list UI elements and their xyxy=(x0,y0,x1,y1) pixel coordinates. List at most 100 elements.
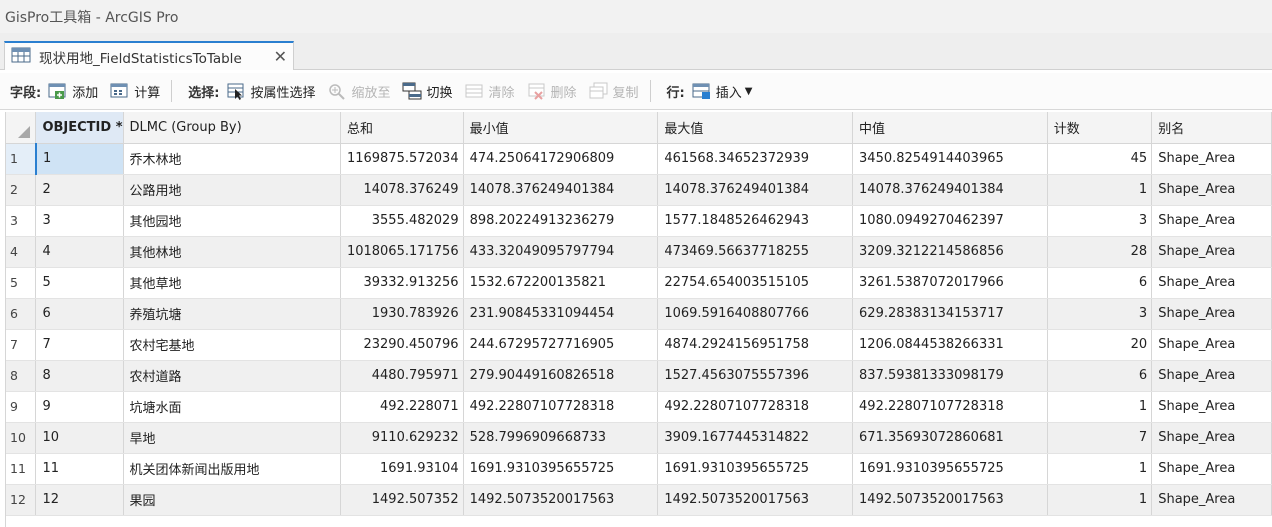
cell-min[interactable]: 474.25064172906809 xyxy=(463,143,659,175)
cell-max[interactable]: 473469.56637718255 xyxy=(657,236,854,268)
cell-count[interactable]: 3 xyxy=(1047,298,1153,330)
row-number[interactable]: 10 xyxy=(6,422,37,454)
table-row[interactable]: 3 3 其他园地 3555.482029 898.20224913236279 1577.… xyxy=(6,205,1272,237)
cell-objectid[interactable]: 11 xyxy=(35,453,124,485)
cell-dlmc[interactable]: 坑塘水面 xyxy=(123,391,341,423)
cell-count[interactable]: 6 xyxy=(1047,267,1153,299)
cell-median[interactable]: 837.59381333098179 xyxy=(852,360,1048,392)
row-number[interactable]: 5 xyxy=(6,267,37,299)
cell-max[interactable]: 3909.1677445314822 xyxy=(657,422,854,454)
cell-sum[interactable]: 1691.93104 xyxy=(340,453,464,485)
cell-max[interactable]: 1492.5073520017563 xyxy=(657,484,854,516)
cell-sum[interactable]: 14078.376249 xyxy=(340,174,464,206)
close-icon[interactable]: ✕ xyxy=(274,47,287,66)
cell-max[interactable]: 22754.654003515105 xyxy=(657,267,854,299)
copy-rows-button[interactable]: 复制 xyxy=(586,78,642,104)
cell-count[interactable]: 7 xyxy=(1047,422,1153,454)
column-header-count[interactable]: 计数 xyxy=(1047,112,1153,144)
cell-alias[interactable]: Shape_Area xyxy=(1151,298,1272,330)
select-by-attributes-button[interactable]: 按属性选择 xyxy=(223,78,318,104)
cell-median[interactable]: 1206.0844538266331 xyxy=(852,329,1048,361)
cell-max[interactable]: 461568.34652372939 xyxy=(657,143,854,175)
cell-dlmc[interactable]: 其他林地 xyxy=(123,236,341,268)
cell-min[interactable]: 433.32049095797794 xyxy=(463,236,659,268)
zoom-to-button[interactable]: 缩放至 xyxy=(324,78,393,104)
cell-objectid[interactable]: 12 xyxy=(35,484,124,516)
cell-min[interactable]: 1532.672200135821 xyxy=(463,267,659,299)
column-header-min[interactable]: 最小值 xyxy=(463,112,659,144)
cell-dlmc[interactable]: 乔木林地 xyxy=(123,143,341,175)
row-number[interactable]: 7 xyxy=(6,329,37,361)
row-number[interactable]: 3 xyxy=(6,205,37,237)
cell-min[interactable]: 528.7996909668733 xyxy=(463,422,659,454)
row-number[interactable]: 9 xyxy=(6,391,37,423)
cell-min[interactable]: 231.90845331094454 xyxy=(463,298,659,330)
table-row[interactable]: 8 8 农村道路 4480.795971 279.90449160826518 1527.… xyxy=(6,360,1272,392)
cell-alias[interactable]: Shape_Area xyxy=(1151,205,1272,237)
cell-sum[interactable]: 4480.795971 xyxy=(340,360,464,392)
clear-selection-button[interactable]: 清除 xyxy=(461,78,517,104)
cell-count[interactable]: 45 xyxy=(1047,143,1153,175)
column-header-objectid[interactable]: OBJECTID * xyxy=(35,112,124,144)
cell-count[interactable]: 28 xyxy=(1047,236,1153,268)
cell-count[interactable]: 1 xyxy=(1047,174,1153,206)
column-header-dlmc[interactable]: DLMC (Group By) xyxy=(123,112,341,144)
cell-dlmc[interactable]: 养殖坑塘 xyxy=(123,298,341,330)
cell-alias[interactable]: Shape_Area xyxy=(1151,143,1272,175)
cell-sum[interactable]: 1169875.572034 xyxy=(340,143,464,175)
cell-median[interactable]: 1080.0949270462397 xyxy=(852,205,1048,237)
column-header-median[interactable]: 中值 xyxy=(852,112,1048,144)
column-header-alias[interactable]: 别名 xyxy=(1151,112,1272,144)
cell-dlmc[interactable]: 农村宅基地 xyxy=(123,329,341,361)
cell-sum[interactable]: 9110.629232 xyxy=(340,422,464,454)
cell-min[interactable]: 492.22807107728318 xyxy=(463,391,659,423)
calculate-field-button[interactable]: 计算 xyxy=(107,78,163,104)
cell-median[interactable]: 671.35693072860681 xyxy=(852,422,1048,454)
cell-alias[interactable]: Shape_Area xyxy=(1151,422,1272,454)
cell-sum[interactable]: 1930.783926 xyxy=(340,298,464,330)
cell-max[interactable]: 1069.5916408807766 xyxy=(657,298,854,330)
row-number[interactable]: 8 xyxy=(6,360,37,392)
tab-attribute-table[interactable]: 现状用地_FieldStatisticsToTable ✕ xyxy=(4,41,294,70)
cell-min[interactable]: 1691.9310395655725 xyxy=(463,453,659,485)
cell-dlmc[interactable]: 其他草地 xyxy=(123,267,341,299)
cell-median[interactable]: 3261.5387072017966 xyxy=(852,267,1048,299)
switch-selection-button[interactable]: 切换 xyxy=(399,78,455,104)
cell-alias[interactable]: Shape_Area xyxy=(1151,453,1272,485)
cell-sum[interactable]: 1018065.171756 xyxy=(340,236,464,268)
cell-alias[interactable]: Shape_Area xyxy=(1151,236,1272,268)
row-number[interactable]: 4 xyxy=(6,236,37,268)
cell-max[interactable]: 1577.1848526462943 xyxy=(657,205,854,237)
cell-count[interactable]: 6 xyxy=(1047,360,1153,392)
cell-alias[interactable]: Shape_Area xyxy=(1151,391,1272,423)
cell-median[interactable]: 1691.9310395655725 xyxy=(852,453,1048,485)
cell-objectid[interactable]: 7 xyxy=(35,329,124,361)
cell-min[interactable]: 1492.5073520017563 xyxy=(463,484,659,516)
cell-alias[interactable]: Shape_Area xyxy=(1151,174,1272,206)
cell-alias[interactable]: Shape_Area xyxy=(1151,360,1272,392)
cell-dlmc[interactable]: 农村道路 xyxy=(123,360,341,392)
select-all-corner[interactable] xyxy=(6,112,37,144)
cell-dlmc[interactable]: 果园 xyxy=(123,484,341,516)
table-row[interactable]: 12 12 果园 1492.507352 1492.5073520017563 1492.… xyxy=(6,484,1272,516)
cell-alias[interactable]: Shape_Area xyxy=(1151,267,1272,299)
cell-count[interactable]: 1 xyxy=(1047,453,1153,485)
cell-max[interactable]: 1527.4563075557396 xyxy=(657,360,854,392)
cell-count[interactable]: 1 xyxy=(1047,484,1153,516)
cell-min[interactable]: 244.67295727716905 xyxy=(463,329,659,361)
cell-median[interactable]: 3450.8254914403965 xyxy=(852,143,1048,175)
cell-dlmc[interactable]: 公路用地 xyxy=(123,174,341,206)
cell-min[interactable]: 279.90449160826518 xyxy=(463,360,659,392)
cell-objectid[interactable]: 9 xyxy=(35,391,124,423)
cell-sum[interactable]: 1492.507352 xyxy=(340,484,464,516)
cell-median[interactable]: 629.28383134153717 xyxy=(852,298,1048,330)
cell-dlmc[interactable]: 机关团体新闻出版用地 xyxy=(123,453,341,485)
cell-count[interactable]: 3 xyxy=(1047,205,1153,237)
cell-sum[interactable]: 39332.913256 xyxy=(340,267,464,299)
cell-sum[interactable]: 492.228071 xyxy=(340,391,464,423)
table-row[interactable]: 5 5 其他草地 39332.913256 1532.672200135821 22754… xyxy=(6,267,1272,299)
cell-min[interactable]: 14078.376249401384 xyxy=(463,174,659,206)
row-number[interactable]: 6 xyxy=(6,298,37,330)
delete-rows-button[interactable]: 删除 xyxy=(524,78,580,104)
cell-median[interactable]: 1492.5073520017563 xyxy=(852,484,1048,516)
